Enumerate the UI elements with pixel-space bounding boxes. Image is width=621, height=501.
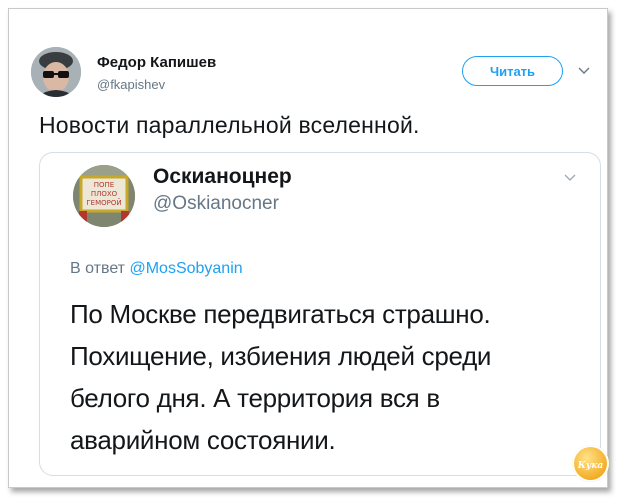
tweet-screenshot-frame: Федор Капишев @fkapishev Читать Новости … [8,8,609,488]
author-avatar-image [31,47,81,97]
avatar-sign-line-1: ПОПЕ [94,181,114,189]
reply-prefix: В ответ [70,260,126,277]
quoted-tweet-card[interactable]: ПОПЕ ПЛОХО ГЕМОРОЙ Оскианоцнер @Oskianoc… [39,152,601,476]
quoted-tweet-text: По Москве передвигаться страшно. Похищен… [70,293,570,461]
avatar-sign-line-3: ГЕМОРОЙ [86,198,121,207]
svg-text:Кука: Кука [577,461,604,471]
reply-context: В ответ @MosSobyanin [70,260,243,278]
quoted-text-line: Похищение, избиения людей среди [70,341,492,371]
author-name[interactable]: Федор Капишев [97,54,216,71]
chevron-down-icon[interactable] [578,67,590,75]
author-handle[interactable]: @fkapishev [97,77,165,92]
quoted-text-line: аварийном состоянии. [70,425,336,455]
author-avatar[interactable] [31,47,81,97]
watermark-logo-image: Кука [577,461,604,471]
quoted-author-name[interactable]: Оскианоцнер [153,165,292,189]
tweet-text: Новости параллельной вселенной. [39,112,420,138]
quoted-text-line: белого дня. А территория вся в [70,383,440,413]
quoted-avatar-image: ПОПЕ ПЛОХО ГЕМОРОЙ [73,165,135,227]
quoted-author-handle[interactable]: @Oskianocner [153,193,279,215]
avatar-sign-line-2: ПЛОХО [91,190,118,198]
quoted-author-avatar[interactable]: ПОПЕ ПЛОХО ГЕМОРОЙ [73,165,135,227]
quoted-text-line: По Москве передвигаться страшно. [70,299,491,329]
reply-to-link[interactable]: @MosSobyanin [129,260,242,277]
follow-button[interactable]: Читать [462,56,563,86]
watermark-logo: Кука [572,445,609,482]
chevron-down-icon[interactable] [564,174,576,182]
